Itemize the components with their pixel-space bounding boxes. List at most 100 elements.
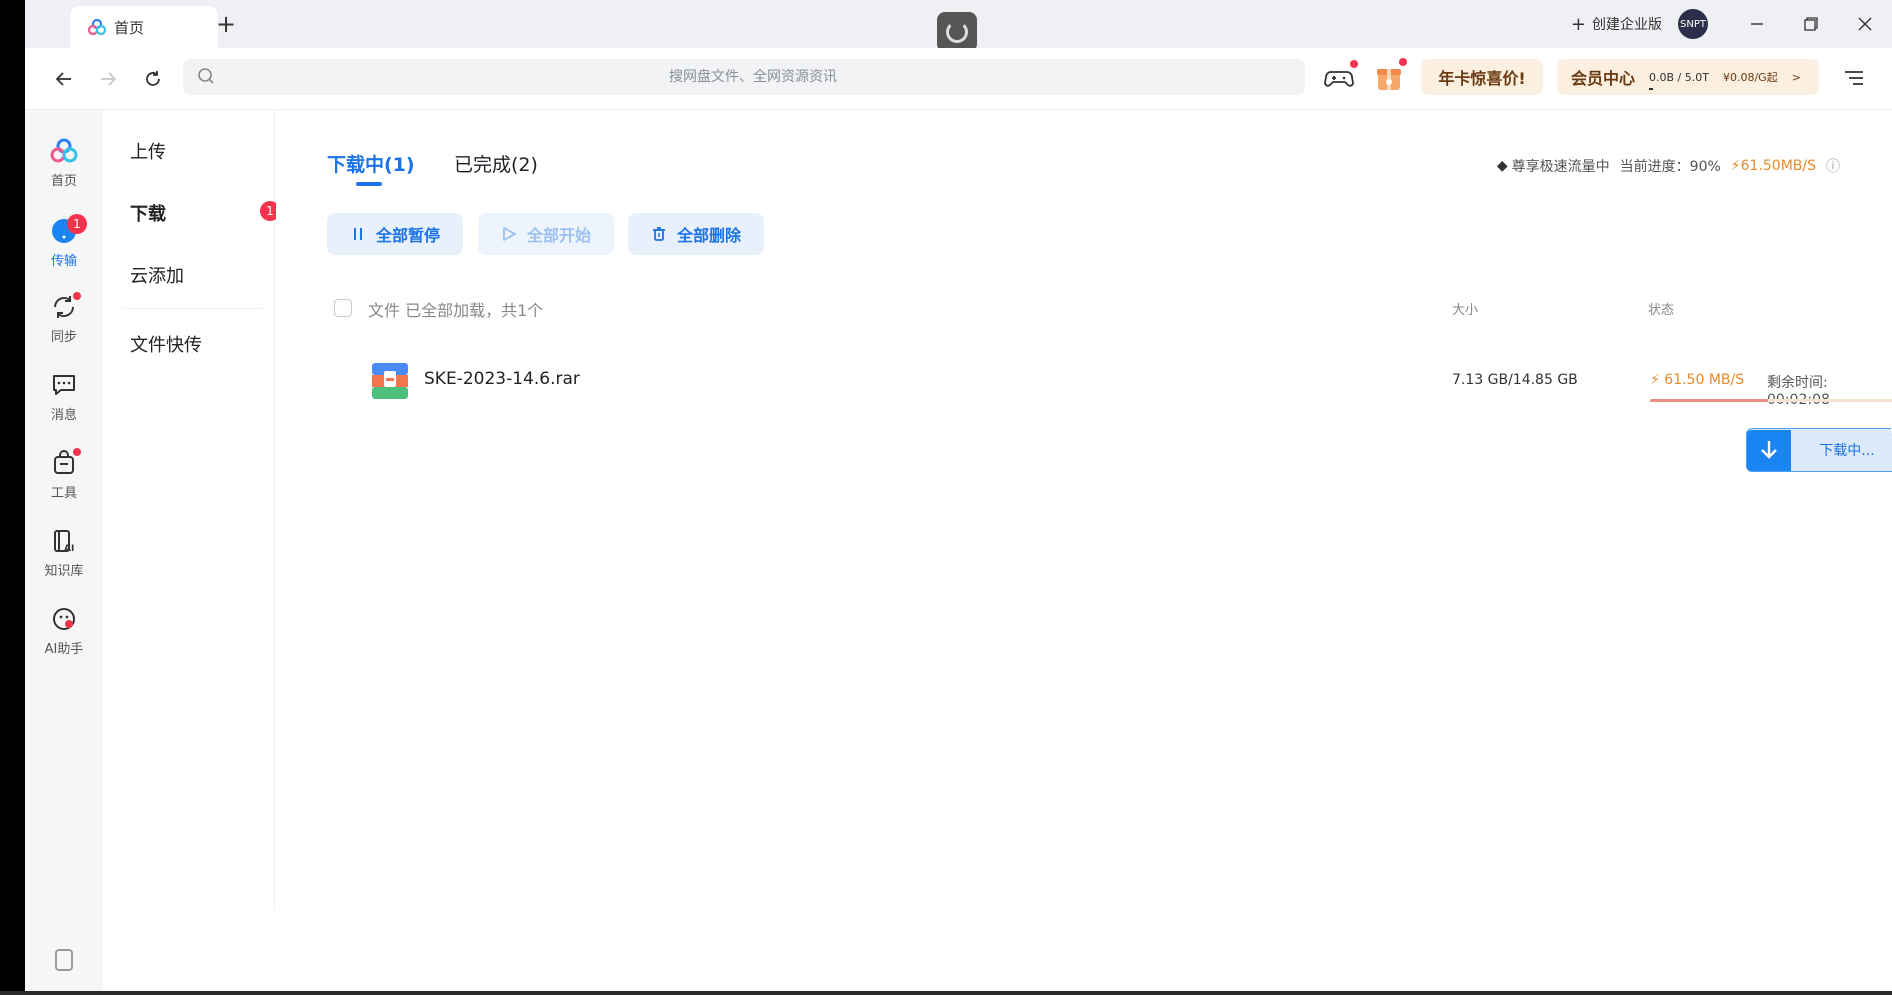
vip-center-button[interactable]: 会员中心 0.0B / 5.0T ¥0.08/G起 > [1557,59,1819,95]
avatar[interactable]: SNPT [1678,9,1708,39]
back-button[interactable] [49,64,79,94]
downloading-float-widget[interactable]: 下载中... 1 [1746,419,1892,472]
rail-label: 工具 [50,486,77,501]
delete-all-label: 全部删除 [676,226,741,245]
pause-icon [353,228,362,240]
title-bar: 首页 + + 创建企业版 SNPT [25,0,1892,52]
active-tab-indicator [356,182,382,186]
tab-downloading[interactable]: 下载中(1) [327,150,415,177]
message-icon [53,375,75,395]
downloading-label: 下载中... [1819,443,1875,459]
rail-item-home[interactable]: 首页 [25,136,103,200]
chevron-right-icon: > [1791,70,1801,84]
rail-label: AI助手 [44,642,84,657]
rail-label: 知识库 [44,564,84,579]
info-icon[interactable]: ⓘ [1826,156,1840,176]
transfer-subnav: 上传 下载 1 云添加 文件快传 [103,110,280,910]
pause-all-label: 全部暂停 [375,226,440,245]
column-status: 状态 [1648,303,1675,318]
minimize-icon [1751,23,1763,25]
tab-home[interactable]: 首页 [70,6,218,48]
rail-item-transfer[interactable]: 传输 1 [25,214,103,280]
sync-notification-dot [73,292,81,300]
archive-file-icon [372,363,408,399]
arrow-right-icon [101,72,117,86]
download-progress-bar [1650,399,1892,402]
vip-price: ¥0.08/G起 [1722,71,1778,84]
gift-notification-dot [1399,58,1407,66]
search-box [183,59,1305,95]
tools-notification-dot [73,448,81,456]
refresh-button[interactable] [138,64,168,94]
start-all-button[interactable]: 全部开始 [478,213,614,255]
diamond-icon: ◆ [1496,158,1508,174]
close-button[interactable] [1838,0,1892,48]
rail-item-ai-assistant[interactable]: AI助手 [25,604,103,668]
transfer-badge: 1 [67,214,87,234]
rail-item-messages[interactable]: 消息 [25,370,103,434]
subnav-upload[interactable]: 上传 [130,138,260,164]
rail-label: 传输 [50,254,77,269]
create-enterprise-label: 创建企业版 [1592,17,1662,33]
app-window: 首页 + + 创建企业版 SNPT 搜网盘文件、全网资源资讯 年卡惊喜价! 会员… [0,0,1892,995]
rail-item-sync[interactable]: 同步 [25,292,103,356]
avatar-text: SNPT [1680,18,1706,30]
baidu-cloud-logo-icon [50,138,78,163]
column-size: 大小 [1452,303,1479,318]
plus-icon: + [1570,13,1586,35]
list-header: 文件 已全部加载，共1个 大小 状态 [334,295,1854,325]
left-icon-rail: 首页 传输 1 同步 消息 工具 AI 知识库 AI助手 [25,110,103,991]
rail-item-tools[interactable]: 工具 [25,448,103,512]
file-speed: ⚡ 61.50 MB/S [1650,372,1744,388]
tab-title: 首页 [114,18,145,37]
current-progress: 当前进度：90% [1619,159,1721,175]
loading-indicator-icon [937,12,977,52]
minimize-button[interactable] [1730,0,1784,48]
subnav-download[interactable]: 下载 1 [130,200,280,226]
subnav-divider [123,308,263,309]
rail-label: 同步 [50,330,77,345]
lightning-icon: ⚡ [1730,158,1741,174]
new-tab-button[interactable]: + [213,10,239,38]
restore-button[interactable] [1784,0,1838,48]
phone-icon[interactable] [55,949,73,971]
total-speed: ⚡61.50MB/S [1731,158,1816,174]
subnav-file-transfer[interactable]: 文件快传 [130,331,260,357]
storage-quota: 0.0B / 5.0T [1649,70,1709,90]
restore-icon [1804,17,1818,31]
speed-info: ◆ 尊享极速流量中 当前进度：90% ⚡61.50MB/S ⓘ [1497,156,1840,176]
vip-center-label: 会员中心 [1571,69,1636,88]
ai-assistant-icon [53,608,75,630]
close-icon [1858,17,1872,31]
subnav-cloud-add[interactable]: 云添加 [130,262,260,288]
trash-icon [652,227,665,241]
menu-icon[interactable] [1840,64,1868,92]
bottom-edge [0,991,1892,995]
vip-speed-status: 尊享极速流量中 [1511,159,1610,175]
subnav-download-label: 下载 [130,204,166,225]
refresh-icon [146,71,160,86]
delete-all-button[interactable]: 全部删除 [628,213,764,255]
search-input[interactable] [223,59,1283,95]
download-panel: 下载中(1) 已完成(2) ◆ 尊享极速流量中 当前进度：90% ⚡61.50M… [276,110,1892,990]
tab-completed[interactable]: 已完成(2) [454,150,538,177]
select-all-checkbox[interactable] [334,299,352,317]
annual-promo-button[interactable]: 年卡惊喜价! [1421,59,1543,95]
pause-all-button[interactable]: 全部暂停 [327,213,463,255]
rail-item-knowledge-base[interactable]: AI 知识库 [25,526,103,590]
search-icon [198,68,214,84]
rail-label: 首页 [50,174,77,189]
knowledge-base-icon: AI [54,530,74,554]
start-all-label: 全部开始 [526,226,591,245]
download-progress-fill [1650,399,1769,402]
table-row[interactable]: SKE-2023-14.6.rar 7.13 GB/14.85 GB ⚡ 61.… [334,353,1892,409]
forward-button[interactable] [93,64,123,94]
time-remaining: 剩余时间: 00:02:08 [1767,375,1830,408]
baidu-cloud-logo-icon [88,19,106,35]
nav-bar: 年卡惊喜价! 会员中心 0.0B / 5.0T ¥0.08/G起 > [25,48,1892,110]
create-enterprise-button[interactable]: + 创建企业版 [1571,14,1662,35]
arrow-left-icon [55,72,71,86]
list-summary: 文件 已全部加载，共1个 [368,301,544,320]
file-size: 7.13 GB/14.85 GB [1452,372,1578,388]
total-speed-value: 61.50MB/S [1740,158,1816,174]
